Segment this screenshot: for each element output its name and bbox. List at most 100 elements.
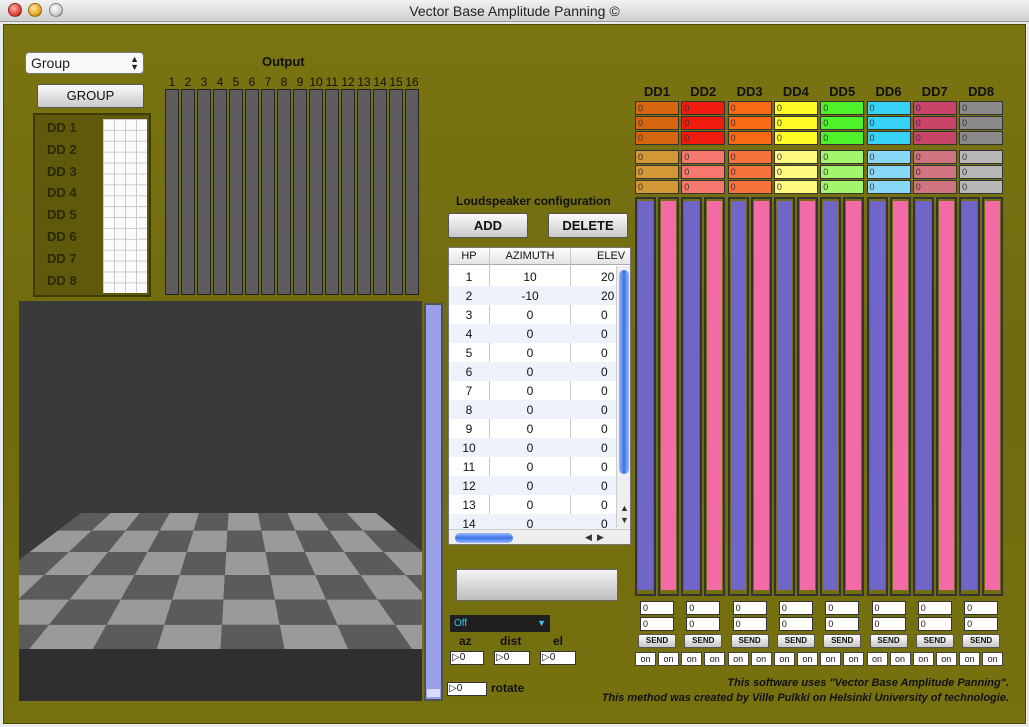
- dd-level-meter[interactable]: [773, 197, 795, 596]
- dd-level-meter[interactable]: [889, 197, 911, 596]
- dd-param-box[interactable]: 0: [820, 150, 865, 164]
- table-row[interactable]: 900: [449, 419, 630, 438]
- dd-color-param-box[interactable]: 0: [912, 131, 957, 145]
- on-toggle[interactable]: on: [796, 652, 818, 666]
- dd-param-box[interactable]: 0: [635, 165, 679, 179]
- dd-param-box[interactable]: 0: [912, 165, 957, 179]
- on-toggle[interactable]: on: [959, 652, 981, 666]
- dd-list-item[interactable]: DD 6: [47, 229, 77, 244]
- dd-width-field[interactable]: 0: [686, 601, 721, 615]
- scroll-thumb[interactable]: [619, 270, 629, 474]
- dd-width-field[interactable]: 0: [640, 601, 674, 615]
- dd-param-box[interactable]: 0: [773, 180, 818, 194]
- rotate-field[interactable]: ▷0: [447, 682, 487, 696]
- dd-param-box[interactable]: 0: [959, 165, 1004, 179]
- azimuth-cell[interactable]: 0: [490, 498, 570, 512]
- dd-param-box[interactable]: 0: [959, 180, 1004, 194]
- dd-param-box[interactable]: 0: [727, 165, 772, 179]
- dd-width-field[interactable]: 0: [732, 601, 767, 615]
- dd-width-field[interactable]: 0: [964, 617, 999, 631]
- dd-color-param-box[interactable]: 0: [681, 116, 726, 130]
- dd-width-field[interactable]: 0: [917, 601, 952, 615]
- dd-width-field[interactable]: 0: [825, 601, 860, 615]
- dd-color-param-box[interactable]: 0: [959, 116, 1004, 130]
- dd-param-box[interactable]: 0: [820, 180, 865, 194]
- dd-level-meter[interactable]: [727, 197, 749, 596]
- dd-color-param-box[interactable]: 0: [820, 131, 865, 145]
- dd-color-param-box[interactable]: 0: [959, 131, 1004, 145]
- dd-param-box[interactable]: 0: [635, 180, 679, 194]
- azimuth-cell[interactable]: 10: [490, 270, 570, 284]
- dd-color-param-box[interactable]: 0: [681, 101, 726, 115]
- scroll-left-icon[interactable]: ◀: [585, 532, 592, 543]
- dd-color-param-box[interactable]: 0: [773, 131, 818, 145]
- on-toggle[interactable]: on: [658, 652, 679, 666]
- dd-list-item[interactable]: DD 8: [47, 273, 77, 288]
- on-toggle[interactable]: on: [912, 652, 934, 666]
- table-row[interactable]: 300: [449, 305, 630, 324]
- on-toggle[interactable]: on: [773, 652, 795, 666]
- el-field[interactable]: ▷0: [540, 651, 576, 665]
- dd-color-param-box[interactable]: 0: [912, 101, 957, 115]
- table-row[interactable]: 11 0 0: [449, 457, 630, 476]
- column-header-elev[interactable]: ELEV: [571, 250, 630, 262]
- on-toggle[interactable]: on: [935, 652, 957, 666]
- dd-color-param-box[interactable]: 0: [635, 101, 679, 115]
- column-header-hp[interactable]: HP: [449, 250, 489, 262]
- dd-width-field[interactable]: 0: [964, 601, 999, 615]
- azimuth-cell[interactable]: 0: [490, 460, 570, 474]
- on-toggle[interactable]: on: [727, 652, 749, 666]
- azimuth-cell[interactable]: -10: [490, 289, 570, 303]
- dd-color-param-box[interactable]: 0: [820, 101, 865, 115]
- dd-color-param-box[interactable]: 0: [681, 131, 726, 145]
- dd-param-box[interactable]: 0: [820, 165, 865, 179]
- dd-param-box[interactable]: 0: [681, 150, 726, 164]
- dd-param-box[interactable]: 0: [866, 165, 911, 179]
- dd-color-param-box[interactable]: 0: [866, 131, 911, 145]
- on-toggle[interactable]: on: [982, 652, 1004, 666]
- table-row[interactable]: 2 -10 20: [449, 286, 630, 305]
- send-button[interactable]: SEND: [684, 634, 723, 648]
- dd-color-param-box[interactable]: 0: [773, 101, 818, 115]
- dd-level-meter[interactable]: [750, 197, 772, 596]
- table-row[interactable]: 800: [449, 400, 630, 419]
- table-row[interactable]: 12 0 0: [449, 476, 630, 495]
- dd-color-param-box[interactable]: 0: [959, 101, 1004, 115]
- dd-param-box[interactable]: 0: [773, 150, 818, 164]
- dd-level-meter[interactable]: [704, 197, 726, 596]
- send-button[interactable]: SEND: [915, 634, 954, 648]
- rotation-control[interactable]: [456, 569, 618, 601]
- dd-list-item[interactable]: DD 1: [47, 120, 77, 135]
- on-toggle[interactable]: on: [750, 652, 772, 666]
- azimuth-cell[interactable]: 0: [490, 403, 570, 417]
- send-button[interactable]: SEND: [869, 634, 908, 648]
- dd-param-box[interactable]: 0: [635, 150, 679, 164]
- dd-list-item[interactable]: DD 5: [47, 207, 77, 222]
- scroll-down-icon[interactable]: ▼: [620, 515, 629, 525]
- dd-width-field[interactable]: 0: [778, 617, 813, 631]
- dd-level-meter[interactable]: [796, 197, 818, 596]
- send-button[interactable]: SEND: [962, 634, 1001, 648]
- dd-width-field[interactable]: 0: [871, 617, 906, 631]
- dd-level-meter[interactable]: [982, 197, 1004, 596]
- dd-color-param-box[interactable]: 0: [912, 116, 957, 130]
- table-row[interactable]: 400: [449, 324, 630, 343]
- dd-level-meter[interactable]: [635, 197, 656, 596]
- dd-level-meter[interactable]: [658, 197, 679, 596]
- dd-width-field[interactable]: 0: [917, 617, 952, 631]
- on-toggle[interactable]: on: [681, 652, 703, 666]
- dd-level-meter[interactable]: [681, 197, 703, 596]
- dd-level-meter[interactable]: [935, 197, 957, 596]
- dd-color-param-box[interactable]: 0: [820, 116, 865, 130]
- on-toggle[interactable]: on: [843, 652, 865, 666]
- dd-list-item[interactable]: DD 4: [47, 185, 77, 200]
- azimuth-cell[interactable]: 0: [490, 479, 570, 493]
- table-row[interactable]: 10 0 0: [449, 438, 630, 457]
- on-toggle[interactable]: on: [889, 652, 911, 666]
- dd-color-param-box[interactable]: 0: [727, 101, 772, 115]
- azimuth-cell[interactable]: 0: [490, 441, 570, 455]
- send-button[interactable]: SEND: [730, 634, 769, 648]
- azimuth-cell[interactable]: 0: [490, 422, 570, 436]
- dd-param-box[interactable]: 0: [912, 150, 957, 164]
- dd-param-box[interactable]: 0: [912, 180, 957, 194]
